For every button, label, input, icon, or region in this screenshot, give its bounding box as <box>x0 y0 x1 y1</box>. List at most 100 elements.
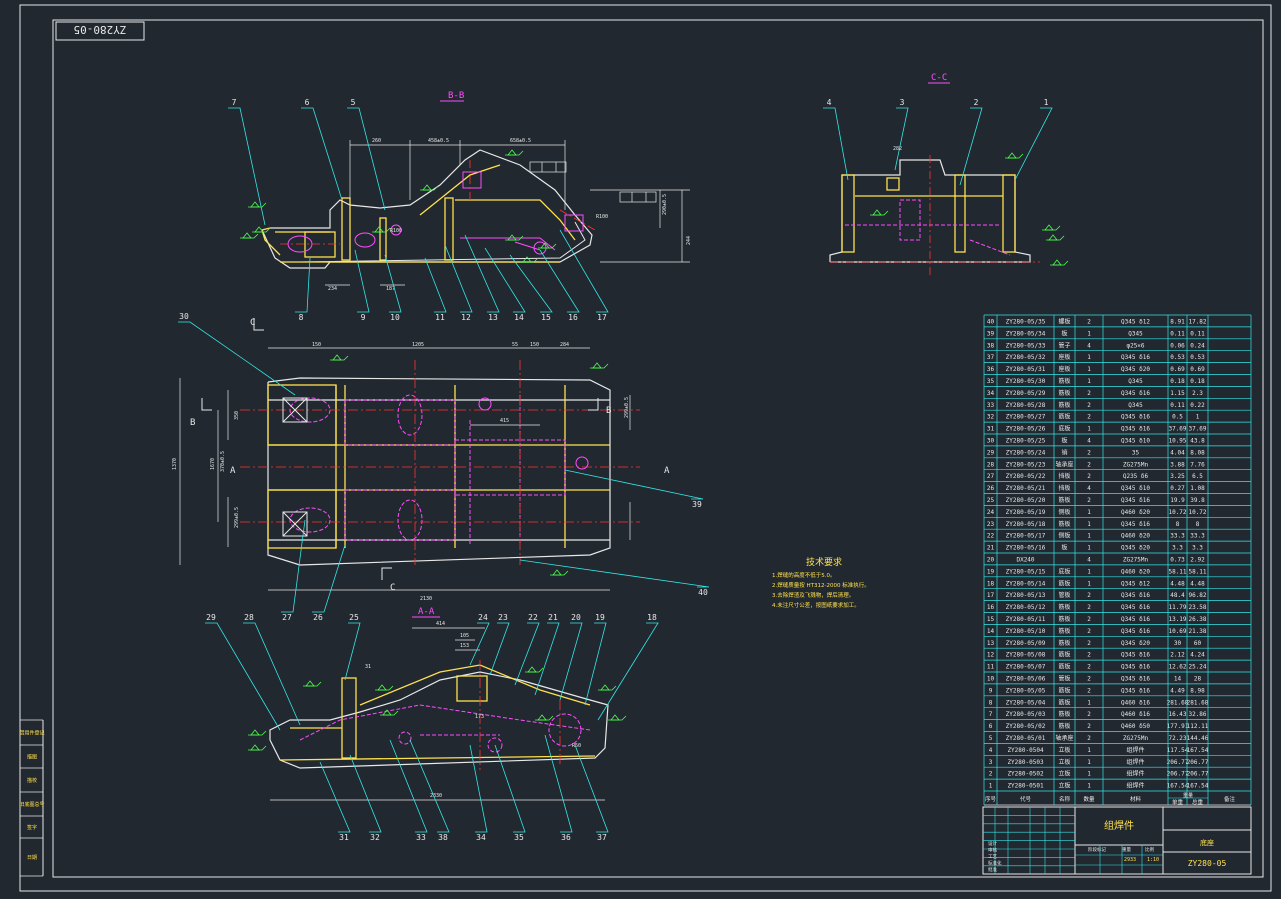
bom-cell: 10.95 <box>1168 438 1186 445</box>
bom-cell: 39 <box>987 330 995 337</box>
bom-cell: Q345 δ16 <box>1121 497 1150 504</box>
bom-cell: 12 <box>987 652 995 659</box>
drawing-sheet: ZY280-05 借用件登记描图描校旧底图总号签字日期 B-B 260 458±… <box>0 0 1281 899</box>
title-row-label: 审核 <box>988 847 997 854</box>
balloon-label: 25 <box>349 613 359 622</box>
bom-cell: 0.11 <box>1170 330 1185 337</box>
dim-plan-8: 415 <box>500 418 509 424</box>
balloon-label: 36 <box>561 833 571 842</box>
bom-header: 备注 <box>1224 795 1236 803</box>
balloon-label: 24 <box>478 613 488 622</box>
bom-cell: 112.11 <box>1187 723 1209 730</box>
bom-cell: ZY280-05/06 <box>1006 676 1046 683</box>
bom-cell: 4 <box>1087 342 1091 349</box>
bom-cell: 167.54 <box>1167 783 1189 790</box>
bom-cell: 1 <box>1087 580 1091 587</box>
dim-bb-5: 234 <box>328 286 337 292</box>
bom-cell: Q460 δ16 <box>1121 711 1150 718</box>
bom-cell: 筋板 <box>1058 520 1070 528</box>
bom-cell: 1 <box>1087 568 1091 575</box>
bom-cell: 螺板 <box>1058 318 1070 326</box>
bom-cell: 1 <box>1087 759 1091 766</box>
dim-aa-0: 414 <box>436 621 445 627</box>
bom-cell: ZY280-05/24 <box>1006 449 1046 456</box>
bom-cell: 2.92 <box>1190 557 1205 564</box>
bom-cell: 10.72 <box>1168 509 1186 516</box>
balloon-label: 33 <box>416 833 426 842</box>
bom-cell: 167.54 <box>1187 783 1209 790</box>
balloon-label: 32 <box>370 833 380 842</box>
sec-c-top: C <box>250 318 255 328</box>
dim-plan-4: 284 <box>560 342 569 348</box>
bom-cell: 3.3 <box>1172 545 1183 552</box>
sec-a-left: A <box>230 466 236 476</box>
bom-cell: 3.88 <box>1170 461 1185 468</box>
bom-cell: 23.58 <box>1188 604 1206 611</box>
bom-cell: Q345 δ16 <box>1121 687 1150 694</box>
bom-cell: 筋板 <box>1058 698 1070 706</box>
bom-cell: 8.98 <box>1190 687 1205 694</box>
bom-cell: 1 <box>1087 783 1091 790</box>
bom-cell: Q345 δ12 <box>1121 319 1150 326</box>
bom-cell: 11 <box>987 664 995 671</box>
dim-bb-3: 290±0.5 <box>662 194 668 215</box>
dim-aa-4: 31 <box>365 664 371 670</box>
title-row-label: 标准化 <box>988 860 1002 867</box>
bom-cell: 26 <box>987 485 995 492</box>
balloon-label: 31 <box>339 833 349 842</box>
bom-cell: ZY280-05/03 <box>1006 711 1046 718</box>
bom-cell: Q345 δ12 <box>1121 580 1150 587</box>
bom-cell: ZG275Mn <box>1123 735 1149 742</box>
bom-cell: ZY280-05/32 <box>1006 354 1046 361</box>
bom-cell: 管子 <box>1058 341 1070 349</box>
bom-cell: 36 <box>987 366 995 373</box>
bom-cell: 2 <box>1087 676 1091 683</box>
side-label: 描校 <box>27 777 37 784</box>
bom-cell: Q345 δ10 <box>1121 485 1150 492</box>
title-stage-label: 阶段标记 <box>1088 846 1106 853</box>
view-aa-label: A-A <box>418 607 435 617</box>
bom-cell: Q345 δ16 <box>1121 652 1150 659</box>
bom-cell: 2 <box>1087 592 1091 599</box>
bom-cell: 4.48 <box>1170 580 1185 587</box>
bom-cell: 立板 <box>1058 758 1070 766</box>
bom-cell: φ25×6 <box>1126 342 1144 349</box>
tech-req-line-3: 3.去除焊渣及飞溅物，焊后清理。 <box>772 591 854 599</box>
bom-cell: ZY280-05/08 <box>1006 652 1046 659</box>
bom-cell: 2 <box>1087 687 1091 694</box>
balloon-label: 27 <box>282 613 292 622</box>
bom-cell: 筋板 <box>1058 722 1070 730</box>
bom-cell: 2 <box>1087 402 1091 409</box>
balloon-label: 8 <box>299 313 304 322</box>
bom-cell: ZY280-05/14 <box>1006 580 1046 587</box>
bom-cell: 筋板 <box>1058 651 1070 659</box>
bom-cell: 281.68 <box>1167 699 1189 706</box>
bom-cell: 15 <box>987 616 995 623</box>
bom-cell: 1 <box>1087 521 1091 528</box>
bom-cell: 筋板 <box>1058 413 1070 421</box>
bom-cell: Q345 δ16 <box>1121 414 1150 421</box>
bom-cell: 30 <box>1174 640 1182 647</box>
balloon-label: 12 <box>461 313 471 322</box>
bom-cell: 117.54 <box>1167 747 1189 754</box>
bom-cell: 1.15 <box>1170 390 1185 397</box>
bom-cell: 0.06 <box>1170 342 1185 349</box>
bom-cell: 177.91 <box>1167 723 1189 730</box>
bom-cell: 13 <box>987 640 995 647</box>
bom-cell: 28 <box>987 461 995 468</box>
bom-cell: 12.62 <box>1168 664 1186 671</box>
bom-cell: 组焊件 <box>1126 746 1144 754</box>
bom-cell: 25 <box>987 497 995 504</box>
bom-cell: ZY280-05/18 <box>1006 521 1046 528</box>
bom-cell: Q345 δ16 <box>1121 616 1150 623</box>
bom-cell: 1 <box>1196 414 1200 421</box>
bom-cell: 筋板 <box>1058 627 1070 635</box>
bom-cell: 2.12 <box>1170 652 1185 659</box>
bom-cell: 0.53 <box>1170 354 1185 361</box>
bom-cell: 167.54 <box>1187 747 1209 754</box>
bom-cell: Q345 δ16 <box>1121 426 1150 433</box>
bom-cell: 13.19 <box>1168 616 1186 623</box>
bom-cell: 侧板 <box>1058 508 1070 516</box>
balloon-label: 23 <box>498 613 508 622</box>
balloon-label: 16 <box>568 313 578 322</box>
